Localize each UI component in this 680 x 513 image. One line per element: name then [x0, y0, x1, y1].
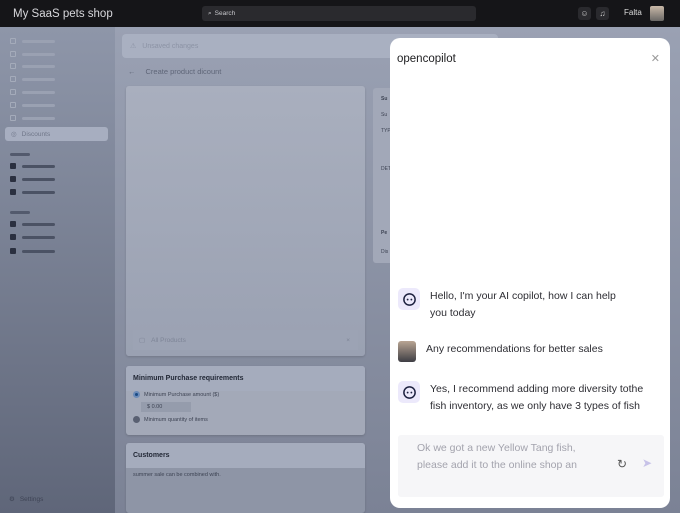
sidebar-item[interactable]	[10, 163, 55, 169]
top-bar: My SaaS pets shop ⌕ Search ☺ ♫ Falta	[0, 0, 680, 27]
fragment: Su	[381, 96, 388, 102]
copilot-title: opencopilot	[397, 53, 456, 65]
min-purchase-card: Minimum Purchase requirements Minimum Pu…	[126, 366, 365, 435]
section-header	[10, 153, 30, 156]
radio-label: Minimum Purchase amount ($)	[144, 391, 220, 398]
sidebar-item[interactable]	[10, 115, 55, 121]
app-title: My SaaS pets shop	[13, 7, 113, 20]
customers-card: Customers summer sale can be combined wi…	[126, 443, 365, 513]
breadcrumb: ← Create product dicount	[128, 67, 221, 76]
chat-input-text[interactable]: Ok we got a new Yellow Tang fish, please…	[417, 440, 597, 474]
fragment: Su	[381, 112, 388, 118]
avatar[interactable]	[650, 6, 664, 21]
discount-icon: ◎	[11, 131, 17, 138]
sidebar-item[interactable]	[10, 51, 55, 57]
chat-input[interactable]: Ok we got a new Yellow Tang fish, please…	[398, 435, 664, 497]
message-text: Any recommendations for better sales	[426, 343, 603, 355]
all-products-label: All Products	[151, 336, 186, 344]
radio-quantity[interactable]: Minimum quantity of items	[133, 416, 365, 423]
sidebar-item[interactable]	[10, 221, 55, 227]
bag-icon	[10, 176, 16, 182]
copilot-icon[interactable]: ☺	[578, 7, 591, 20]
product-card	[126, 86, 365, 356]
warning-icon: ⚠	[130, 43, 137, 50]
sidebar-item[interactable]	[10, 248, 55, 254]
send-icon[interactable]: ➤	[642, 455, 652, 472]
card-title: Minimum Purchase requirements	[126, 366, 365, 391]
settings-link[interactable]: ⚙ Settings	[9, 495, 44, 504]
message-text: Hello, I'm your AI copilot, how I can he…	[430, 290, 616, 319]
search-placeholder: Search	[214, 10, 236, 17]
fragment: Dis	[381, 249, 389, 255]
unsaved-label: Unsaved changes	[142, 42, 199, 50]
sidebar-item[interactable]	[10, 38, 55, 44]
sidebar-item[interactable]	[10, 76, 55, 82]
message-text: Yes, I recommend adding more diversity t…	[430, 383, 644, 412]
sidebar-item[interactable]	[10, 189, 55, 195]
sidebar-item[interactable]	[10, 102, 55, 108]
sidebar-item-discounts[interactable]: ◎ Discounts	[5, 127, 108, 141]
sidebar-item[interactable]	[10, 176, 55, 182]
bot-avatar-icon	[398, 288, 420, 310]
mail-icon	[10, 221, 16, 227]
settings-label: Settings	[19, 495, 44, 503]
customers-text: summer sale can be combined with.	[133, 472, 221, 478]
amount-input[interactable]: $ 0.00	[141, 402, 191, 412]
search-input[interactable]: ⌕ Search	[202, 6, 476, 21]
apps-icon	[10, 248, 16, 254]
tag-icon	[10, 63, 16, 69]
search-icon	[10, 234, 16, 240]
back-arrow-icon[interactable]: ←	[128, 67, 136, 76]
content-icon	[10, 89, 16, 95]
chat-icon	[10, 189, 16, 195]
sidebar-item[interactable]	[10, 63, 55, 69]
radio-amount[interactable]: Minimum Purchase amount ($)	[133, 391, 365, 398]
home-icon	[10, 38, 16, 44]
sidebar-item[interactable]	[10, 89, 55, 95]
customers-icon	[10, 76, 16, 82]
close-icon[interactable]: ×	[346, 337, 350, 344]
bot-avatar-icon	[398, 381, 420, 403]
radio-button[interactable]	[133, 416, 140, 423]
sidebar-item-label: Discounts	[21, 130, 51, 138]
user-message: Any recommendations for better sales	[398, 341, 603, 362]
edit-icon	[10, 163, 16, 169]
bot-message: Yes, I recommend adding more diversity t…	[398, 381, 660, 415]
all-products-select[interactable]: ▢ All Products ×	[133, 330, 358, 350]
radio-label: Minimum quantity of items	[144, 416, 208, 423]
sidebar-item[interactable]	[10, 234, 55, 240]
analytics-icon	[10, 115, 16, 121]
orders-icon	[10, 51, 16, 57]
fragment: Pe	[381, 230, 388, 236]
bot-message: Hello, I'm your AI copilot, how I can he…	[398, 288, 620, 322]
page-title: Create product dicount	[145, 67, 222, 76]
user-name[interactable]: Falta	[624, 8, 642, 17]
copilot-panel: opencopilot ✕ Hello, I'm your AI copilot…	[390, 38, 670, 508]
finance-icon	[10, 102, 16, 108]
section-header	[10, 211, 30, 214]
bell-icon[interactable]: ♫	[596, 7, 609, 20]
box-icon: ▢	[139, 337, 146, 344]
user-avatar	[398, 341, 416, 362]
sidebar	[0, 27, 115, 513]
refresh-icon[interactable]: ↻	[617, 456, 627, 473]
radio-button[interactable]	[133, 391, 140, 398]
search-icon: ⌕	[208, 9, 212, 17]
card-title: Customers	[126, 443, 365, 468]
close-icon[interactable]: ✕	[651, 52, 660, 65]
gear-icon: ⚙	[9, 496, 15, 503]
